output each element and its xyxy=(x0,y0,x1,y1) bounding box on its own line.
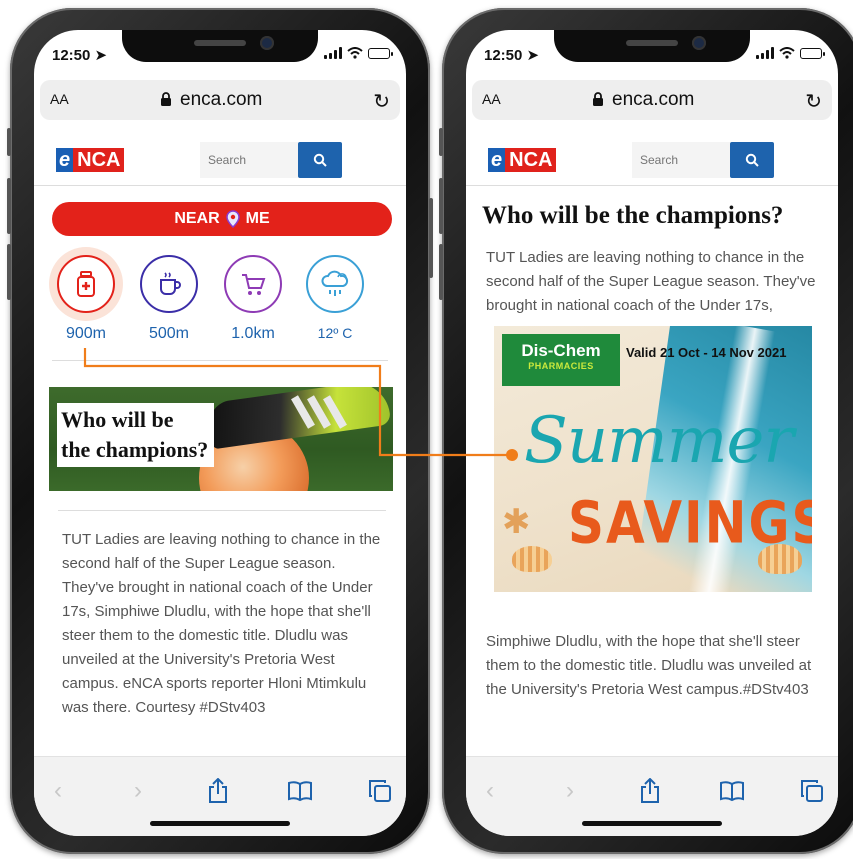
connector-line xyxy=(83,348,518,461)
connector-end-dot xyxy=(506,449,518,461)
